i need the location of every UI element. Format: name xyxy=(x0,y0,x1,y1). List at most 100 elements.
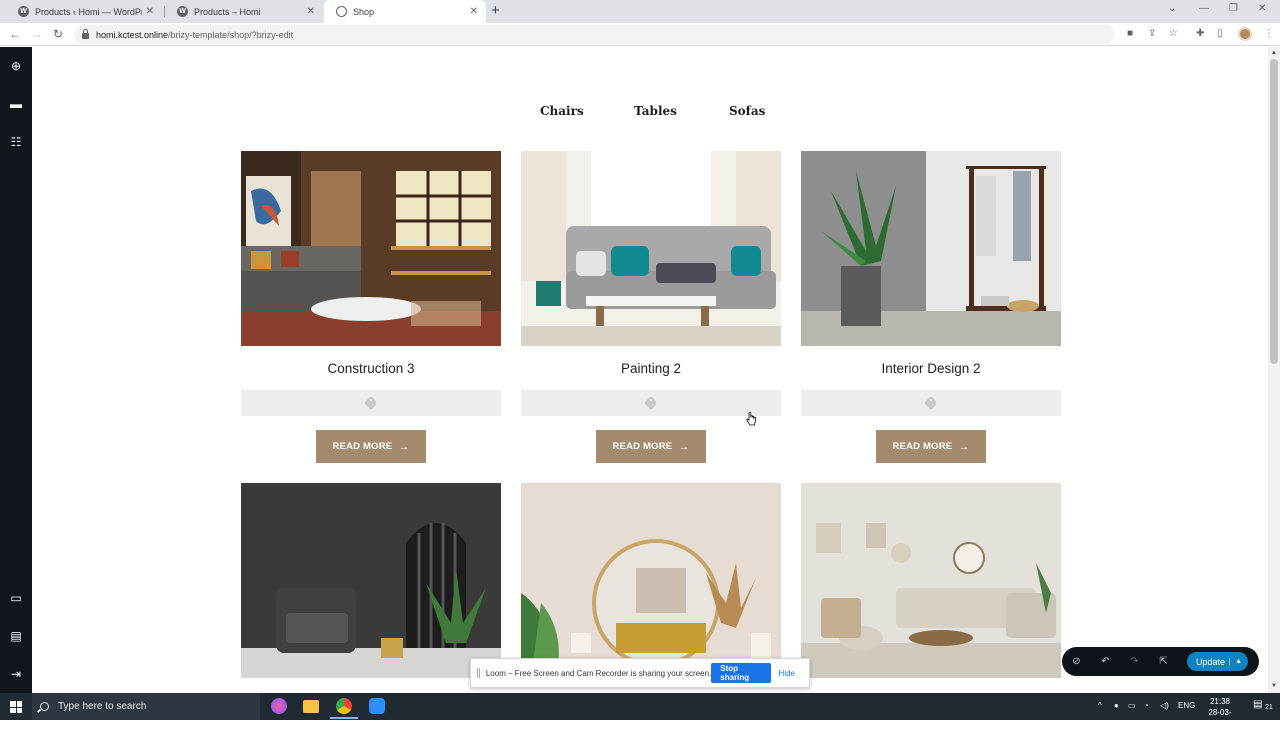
forward-icon[interactable]: → xyxy=(31,27,43,41)
preview-off-icon[interactable]: ⊘ xyxy=(1062,656,1091,667)
undo-icon[interactable]: ↶ xyxy=(1091,656,1120,667)
product-title[interactable]: Interior Design 2 xyxy=(801,361,1061,381)
tab-search-icon[interactable]: ⌄ xyxy=(1168,3,1176,14)
share-icon[interactable]: ⇪ xyxy=(1148,28,1156,39)
product-image[interactable] xyxy=(521,483,781,678)
read-more-button[interactable]: READ MORE → xyxy=(316,430,426,463)
page-scrollbar[interactable]: ▲ ▼ xyxy=(1268,47,1280,693)
loom-message: Loom – Free Screen and Cam Recorder is s… xyxy=(485,668,712,678)
restore-icon[interactable]: ❐ xyxy=(1229,3,1238,14)
arrow-right-icon: → xyxy=(398,440,410,453)
product-title[interactable]: Painting 2 xyxy=(521,361,781,381)
arrow-right-icon: → xyxy=(678,440,690,453)
product-image[interactable] xyxy=(241,151,501,346)
drag-handle-icon[interactable] xyxy=(477,668,480,678)
exit-icon[interactable]: ⇥ xyxy=(9,667,23,681)
scrollbar-thumb[interactable] xyxy=(1270,59,1278,364)
loom-sharing-bar: Loom – Free Screen and Cam Recorder is s… xyxy=(470,658,810,688)
redo-icon[interactable]: ↷ xyxy=(1120,656,1149,667)
tab-label: Products ‹ Homi — WordPress xyxy=(35,6,142,17)
product-tags-bar xyxy=(801,390,1061,416)
tab-shop[interactable]: Shop ✕ xyxy=(324,0,486,23)
new-tab-icon[interactable]: + xyxy=(491,2,500,19)
zoom-icon[interactable] xyxy=(369,698,385,714)
tray-chevron-icon[interactable]: ^ xyxy=(1098,701,1102,710)
product-image[interactable] xyxy=(521,151,781,346)
tab-label: Shop xyxy=(353,6,375,17)
read-more-button[interactable]: READ MORE → xyxy=(596,430,706,463)
tag-icon xyxy=(643,395,659,411)
stop-sharing-button[interactable]: Stop sharing xyxy=(711,663,771,683)
url-bar[interactable]: homi.kctest.online/brizy-template/shop/?… xyxy=(74,25,1114,44)
notes-icon[interactable]: ▤ xyxy=(9,629,23,643)
reload-icon[interactable]: ↻ xyxy=(53,27,63,41)
category-tab-chairs[interactable]: Chairs xyxy=(540,104,584,118)
product-image[interactable] xyxy=(801,151,1061,346)
product-card: Painting 2 READ MORE → xyxy=(521,151,781,463)
tab-products-wordpress[interactable]: W Products ‹ Homi — WordPress ✕ xyxy=(6,0,162,23)
open-external-icon[interactable]: ⇱ xyxy=(1149,656,1178,667)
tag-icon xyxy=(923,395,939,411)
product-image[interactable] xyxy=(801,483,1061,678)
clock-date: 28-03-2022 xyxy=(1208,708,1232,728)
product-image[interactable] xyxy=(241,483,501,678)
file-explorer-icon[interactable] xyxy=(303,700,319,713)
reorder-icon[interactable]: ☷ xyxy=(9,135,23,149)
url-path: /brizy-template/shop/?brizy-edit xyxy=(168,29,294,40)
back-icon[interactable]: ← xyxy=(9,27,21,41)
product-card: Construction 3 READ MORE → xyxy=(241,151,501,463)
hand-cursor-icon xyxy=(746,412,756,426)
microphone-icon[interactable]: ● xyxy=(1114,701,1119,710)
network-icon[interactable]: ◔ xyxy=(1144,701,1149,710)
scroll-up-icon[interactable]: ▲ xyxy=(1271,50,1277,56)
editor-left-sidebar: ⊕ ▬ ☷ ▭ ▤ ⇥ xyxy=(0,47,32,693)
messenger-icon[interactable] xyxy=(271,698,287,714)
scroll-down-icon[interactable]: ▼ xyxy=(1271,683,1277,689)
notifications-icon[interactable]: ▤ xyxy=(1253,699,1262,710)
close-window-icon[interactable]: ✕ xyxy=(1258,3,1266,14)
windows-start-icon[interactable] xyxy=(10,701,22,713)
url-host: homi.kctest.online xyxy=(96,29,169,40)
read-more-label: READ MORE xyxy=(892,441,953,452)
camera-icon[interactable]: ■ xyxy=(1127,28,1133,39)
read-more-label: READ MORE xyxy=(612,441,673,452)
editor-bottom-toolbar: ⊘ ↶ ↷ ⇱ Update ▲ xyxy=(1062,647,1259,676)
minimize-icon[interactable]: — xyxy=(1199,3,1209,14)
volume-icon[interactable]: ◁) xyxy=(1160,701,1169,710)
browser-tab-strip: W Products ‹ Homi — WordPress ✕ W Produc… xyxy=(0,0,1280,23)
profile-avatar[interactable] xyxy=(1238,27,1252,41)
clock-time: 21:38 xyxy=(1209,697,1231,706)
shop-page-canvas: Chairs Tables Sofas Construction 3 READ … xyxy=(32,47,1268,693)
product-title[interactable]: Construction 3 xyxy=(241,361,501,381)
read-more-label: READ MORE xyxy=(332,441,393,452)
product-tags-bar xyxy=(241,390,501,416)
taskbar-search[interactable]: Type here to search xyxy=(32,693,260,720)
close-tab-icon[interactable]: ✕ xyxy=(470,6,478,17)
tab-label: Products – Homi xyxy=(194,6,261,17)
wordpress-icon: W xyxy=(177,6,188,17)
wordpress-icon: W xyxy=(18,6,29,17)
update-button[interactable]: Update ▲ xyxy=(1187,652,1248,671)
chrome-icon[interactable] xyxy=(330,698,358,719)
blocks-icon[interactable]: ▬ xyxy=(9,97,23,111)
bookmark-star-icon[interactable]: ☆ xyxy=(1169,28,1178,39)
side-panel-icon[interactable]: ▯ xyxy=(1217,28,1223,39)
category-tab-tables[interactable]: Tables xyxy=(634,104,677,118)
extensions-icon[interactable]: ✚ xyxy=(1196,28,1204,39)
address-toolbar: ← → ↻ homi.kctest.online/brizy-template/… xyxy=(0,23,1280,46)
tab-products-homi[interactable]: W Products – Homi ✕ xyxy=(165,0,323,23)
category-tab-sofas[interactable]: Sofas xyxy=(729,104,765,118)
menu-dots-icon[interactable]: ⋮ xyxy=(1264,28,1274,39)
language-indicator[interactable]: ENG xyxy=(1178,701,1195,710)
battery-icon[interactable]: ▭ xyxy=(1128,701,1136,710)
read-more-button[interactable]: READ MORE → xyxy=(876,430,986,463)
notification-count: 21 xyxy=(1265,704,1273,711)
product-card xyxy=(241,483,501,693)
taskbar-clock[interactable]: 21:38 28-03-2022 xyxy=(1200,696,1240,729)
add-element-icon[interactable]: ⊕ xyxy=(9,59,23,73)
device-desktop-icon[interactable]: ▭ xyxy=(9,591,23,605)
chevron-up-icon[interactable]: ▲ xyxy=(1229,658,1242,665)
close-tab-icon[interactable]: ✕ xyxy=(146,6,154,17)
close-tab-icon[interactable]: ✕ xyxy=(307,6,315,17)
hide-button[interactable]: Hide xyxy=(779,669,795,678)
